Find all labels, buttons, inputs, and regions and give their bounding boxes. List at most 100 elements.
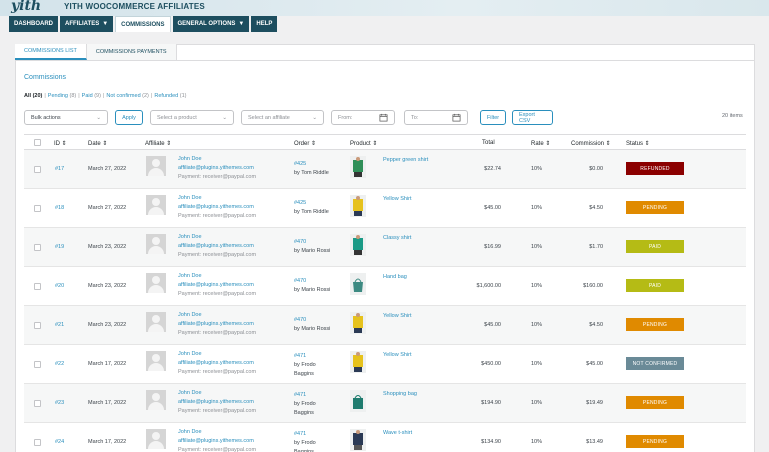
items-count: 20 items bbox=[722, 113, 743, 119]
commission-amount: $1.70 bbox=[589, 244, 603, 250]
table-row: #22 March 17, 2022 John Doe affiliate@pl… bbox=[24, 345, 746, 384]
nav-commissions[interactable]: COMMISSIONS bbox=[115, 16, 171, 32]
apply-button[interactable]: Apply bbox=[115, 110, 143, 125]
order-link[interactable]: #471 bbox=[294, 391, 316, 400]
col-affiliate[interactable]: Affiliate ⇕ bbox=[145, 140, 171, 147]
order-link[interactable]: #425 bbox=[294, 199, 329, 208]
affiliate-payment: Payment: receiver@paypal.com bbox=[178, 252, 257, 258]
affiliate-email-link[interactable]: affiliate@plugins.yithemes.com bbox=[178, 203, 256, 212]
row-checkbox[interactable] bbox=[34, 400, 41, 407]
affiliate-email-link[interactable]: affiliate@plugins.yithemes.com bbox=[178, 359, 256, 368]
affiliate-name-link[interactable]: John Doe bbox=[178, 311, 256, 320]
row-checkbox[interactable] bbox=[34, 322, 41, 329]
product-link[interactable]: Wave t-shirt bbox=[383, 429, 412, 438]
product-link[interactable]: Shopping bag bbox=[383, 390, 417, 399]
nav-dashboard[interactable]: DASHBOARD bbox=[9, 16, 58, 32]
row-checkbox[interactable] bbox=[34, 244, 41, 251]
filter-not-confirmed[interactable]: Not confirmed (2) bbox=[106, 93, 149, 99]
status-badge: PENDING bbox=[626, 318, 684, 331]
nav-affiliates[interactable]: AFFILIATES ▼ bbox=[60, 16, 114, 32]
row-checkbox[interactable] bbox=[34, 439, 41, 446]
product-select[interactable]: Select a product ⌄ bbox=[150, 110, 234, 125]
order-link[interactable]: #470 bbox=[294, 277, 330, 286]
table-row: #20 March 23, 2022 John Doe affiliate@pl… bbox=[24, 267, 746, 306]
nav-help-label: HELP bbox=[256, 21, 273, 27]
navy-tshirt-icon bbox=[350, 429, 366, 451]
filter-refunded[interactable]: Refunded (1) bbox=[154, 93, 186, 99]
product-link[interactable]: Yellow Shirt bbox=[383, 312, 412, 321]
commission-date: March 17, 2022 bbox=[88, 439, 127, 445]
order-link[interactable]: #470 bbox=[294, 316, 330, 325]
order-link[interactable]: #425 bbox=[294, 160, 329, 169]
affiliate-select[interactable]: Select an affiliate ⌄ bbox=[241, 110, 324, 125]
export-csv-button[interactable]: Export CSV bbox=[512, 110, 553, 125]
product-link[interactable]: Classy shirt bbox=[383, 234, 411, 243]
product-link[interactable]: Pepper green shirt bbox=[383, 156, 428, 165]
affiliate-email-link[interactable]: affiliate@plugins.yithemes.com bbox=[178, 164, 256, 173]
commission-id-link[interactable]: #21 bbox=[55, 321, 64, 330]
order-link[interactable]: #470 bbox=[294, 238, 330, 247]
commission-id-link[interactable]: #18 bbox=[55, 204, 64, 213]
commission-id-link[interactable]: #24 bbox=[55, 438, 64, 447]
bulk-actions-select[interactable]: Bulk actions ⌄ bbox=[24, 110, 108, 125]
nav-help[interactable]: HELP bbox=[251, 16, 278, 32]
avatar bbox=[146, 390, 166, 410]
filter-pending[interactable]: Pending (8) bbox=[48, 93, 76, 99]
filter-button[interactable]: Filter bbox=[480, 110, 506, 125]
affiliate-email-link[interactable]: affiliate@plugins.yithemes.com bbox=[178, 281, 256, 290]
filter-all[interactable]: All (20) bbox=[24, 93, 42, 99]
select-all-checkbox[interactable] bbox=[34, 139, 41, 146]
col-rate[interactable]: Rate ⇕ bbox=[531, 140, 550, 147]
col-product[interactable]: Product ⇕ bbox=[350, 140, 377, 147]
affiliate-email-link[interactable]: affiliate@plugins.yithemes.com bbox=[178, 398, 256, 407]
affiliate-name-link[interactable]: John Doe bbox=[178, 389, 256, 398]
commission-id-link[interactable]: #22 bbox=[55, 360, 64, 369]
col-order[interactable]: Order ⇕ bbox=[294, 140, 316, 147]
affiliate-email-link[interactable]: affiliate@plugins.yithemes.com bbox=[178, 437, 256, 446]
commission-id-link[interactable]: #17 bbox=[55, 165, 64, 174]
green-shirt-icon bbox=[350, 156, 366, 178]
yellow-shirt-icon bbox=[350, 351, 366, 373]
affiliate-email-link[interactable]: affiliate@plugins.yithemes.com bbox=[178, 242, 256, 251]
affiliate-name-link[interactable]: John Doe bbox=[178, 155, 256, 164]
affiliate-info: John Doe affiliate@plugins.yithemes.com … bbox=[178, 233, 256, 260]
order-customer: by Tom Riddle bbox=[294, 209, 329, 215]
filter-paid[interactable]: Paid (9) bbox=[82, 93, 101, 99]
tab-commissions-payments[interactable]: COMMISSIONS PAYMENTS bbox=[86, 44, 177, 60]
affiliate-name-link[interactable]: John Doe bbox=[178, 233, 256, 242]
commission-id-link[interactable]: #19 bbox=[55, 243, 64, 252]
date-from-input[interactable]: From: bbox=[331, 110, 395, 125]
order-link[interactable]: #471 bbox=[294, 352, 316, 361]
row-checkbox[interactable] bbox=[34, 205, 41, 212]
commission-amount: $13.49 bbox=[586, 439, 603, 445]
col-commission[interactable]: Commission ⇕ bbox=[571, 140, 611, 147]
affiliate-email-link[interactable]: affiliate@plugins.yithemes.com bbox=[178, 320, 256, 329]
commission-rate: 10% bbox=[531, 361, 543, 367]
commission-rate: 10% bbox=[531, 166, 543, 172]
commission-id-link[interactable]: #23 bbox=[55, 399, 64, 408]
order-total: $1,600.00 bbox=[476, 283, 501, 289]
calendar-icon bbox=[452, 113, 461, 122]
col-id[interactable]: ID ⇕ bbox=[54, 140, 67, 147]
affiliate-name-link[interactable]: John Doe bbox=[178, 428, 256, 437]
avatar bbox=[146, 234, 166, 254]
date-to-input[interactable]: To: bbox=[404, 110, 468, 125]
chevron-down-icon: ⌄ bbox=[96, 114, 101, 121]
product-link[interactable]: Yellow Shirt bbox=[383, 195, 412, 204]
chevron-down-icon: ▼ bbox=[102, 21, 109, 27]
affiliate-name-link[interactable]: John Doe bbox=[178, 272, 256, 281]
product-link[interactable]: Hand bag bbox=[383, 273, 407, 282]
col-status[interactable]: Status ⇕ bbox=[626, 140, 650, 147]
affiliate-name-link[interactable]: John Doe bbox=[178, 350, 256, 359]
tab-commissions-list[interactable]: COMMISSIONS LIST bbox=[15, 44, 87, 60]
affiliate-name-link[interactable]: John Doe bbox=[178, 194, 256, 203]
order-link[interactable]: #471 bbox=[294, 430, 316, 439]
commission-id-link[interactable]: #20 bbox=[55, 282, 64, 291]
nav-general-options[interactable]: GENERAL OPTIONS ▼ bbox=[172, 16, 250, 32]
col-date[interactable]: Date ⇕ bbox=[88, 140, 107, 147]
row-checkbox[interactable] bbox=[34, 361, 41, 368]
row-checkbox[interactable] bbox=[34, 166, 41, 173]
row-checkbox[interactable] bbox=[34, 283, 41, 290]
product-link[interactable]: Yellow Shirt bbox=[383, 351, 412, 360]
nav-dashboard-label: DASHBOARD bbox=[14, 21, 53, 27]
